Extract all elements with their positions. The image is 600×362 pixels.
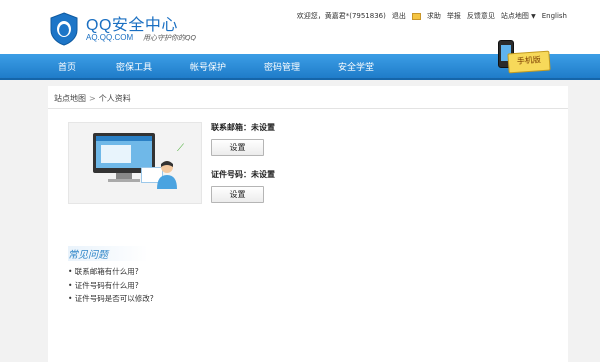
- report-link[interactable]: 举报: [447, 11, 461, 21]
- breadcrumb-current: 个人资料: [98, 94, 131, 103]
- english-link[interactable]: English: [542, 12, 567, 20]
- set-email-button[interactable]: 设置: [211, 139, 264, 156]
- nav-home[interactable]: 首页: [58, 60, 76, 73]
- top-bar: 欢迎您，黄嘉君*(7951836) 退出 求助 举报 反馈意见 站点地图 ▼ E…: [297, 11, 567, 21]
- help-link[interactable]: 求助: [427, 11, 441, 21]
- set-id-button[interactable]: 设置: [211, 186, 264, 203]
- breadcrumb-sitemap[interactable]: 站点地图: [54, 94, 86, 103]
- mobile-version-badge[interactable]: 手机版: [507, 50, 551, 74]
- faq-item[interactable]: • 证件号码有什么用?: [68, 280, 139, 291]
- faq-item[interactable]: • 证件号码是否可以修改?: [68, 293, 154, 304]
- id-status-label: 证件号码：未设置: [211, 170, 275, 179]
- nav-password-management[interactable]: 密码管理: [264, 60, 300, 73]
- site-slogan: 用心守护你的QQ: [143, 34, 197, 42]
- sparkle-icon: ⟋: [177, 143, 184, 154]
- profile-illustration: ⟋: [68, 122, 202, 204]
- faq-item[interactable]: • 联系邮箱有什么用?: [68, 266, 139, 277]
- nav-account-protection[interactable]: 帐号保护: [190, 60, 226, 73]
- breadcrumb: 站点地图 > 个人资料: [54, 93, 131, 104]
- caret-down-icon: ▼: [531, 13, 536, 20]
- main-content: 站点地图 > 个人资料 ⟋ 联系邮箱：未设置 设置 证件号码：未设置 设置 常见问题…: [48, 86, 568, 362]
- logout-link[interactable]: 退出: [392, 11, 406, 21]
- nav-security-tools[interactable]: 密保工具: [116, 60, 152, 73]
- mail-icon[interactable]: [411, 12, 421, 20]
- breadcrumb-separator: >: [89, 94, 96, 103]
- email-status-label: 联系邮箱：未设置: [211, 123, 275, 132]
- sitemap-dropdown[interactable]: 站点地图 ▼: [501, 11, 536, 21]
- user-greeting: 欢迎您，黄嘉君*(7951836): [296, 12, 386, 20]
- site-title[interactable]: QQ安全中心: [86, 11, 178, 35]
- qq-shield-logo-icon: [50, 12, 78, 46]
- site-domain: AQ.QQ.COM: [86, 33, 134, 42]
- user-avatar-icon: [157, 161, 177, 189]
- faq-title: 常见问题: [68, 246, 148, 261]
- nav-security-academy[interactable]: 安全学堂: [338, 60, 374, 73]
- divider: [48, 108, 568, 109]
- feedback-link[interactable]: 反馈意见: [467, 11, 495, 21]
